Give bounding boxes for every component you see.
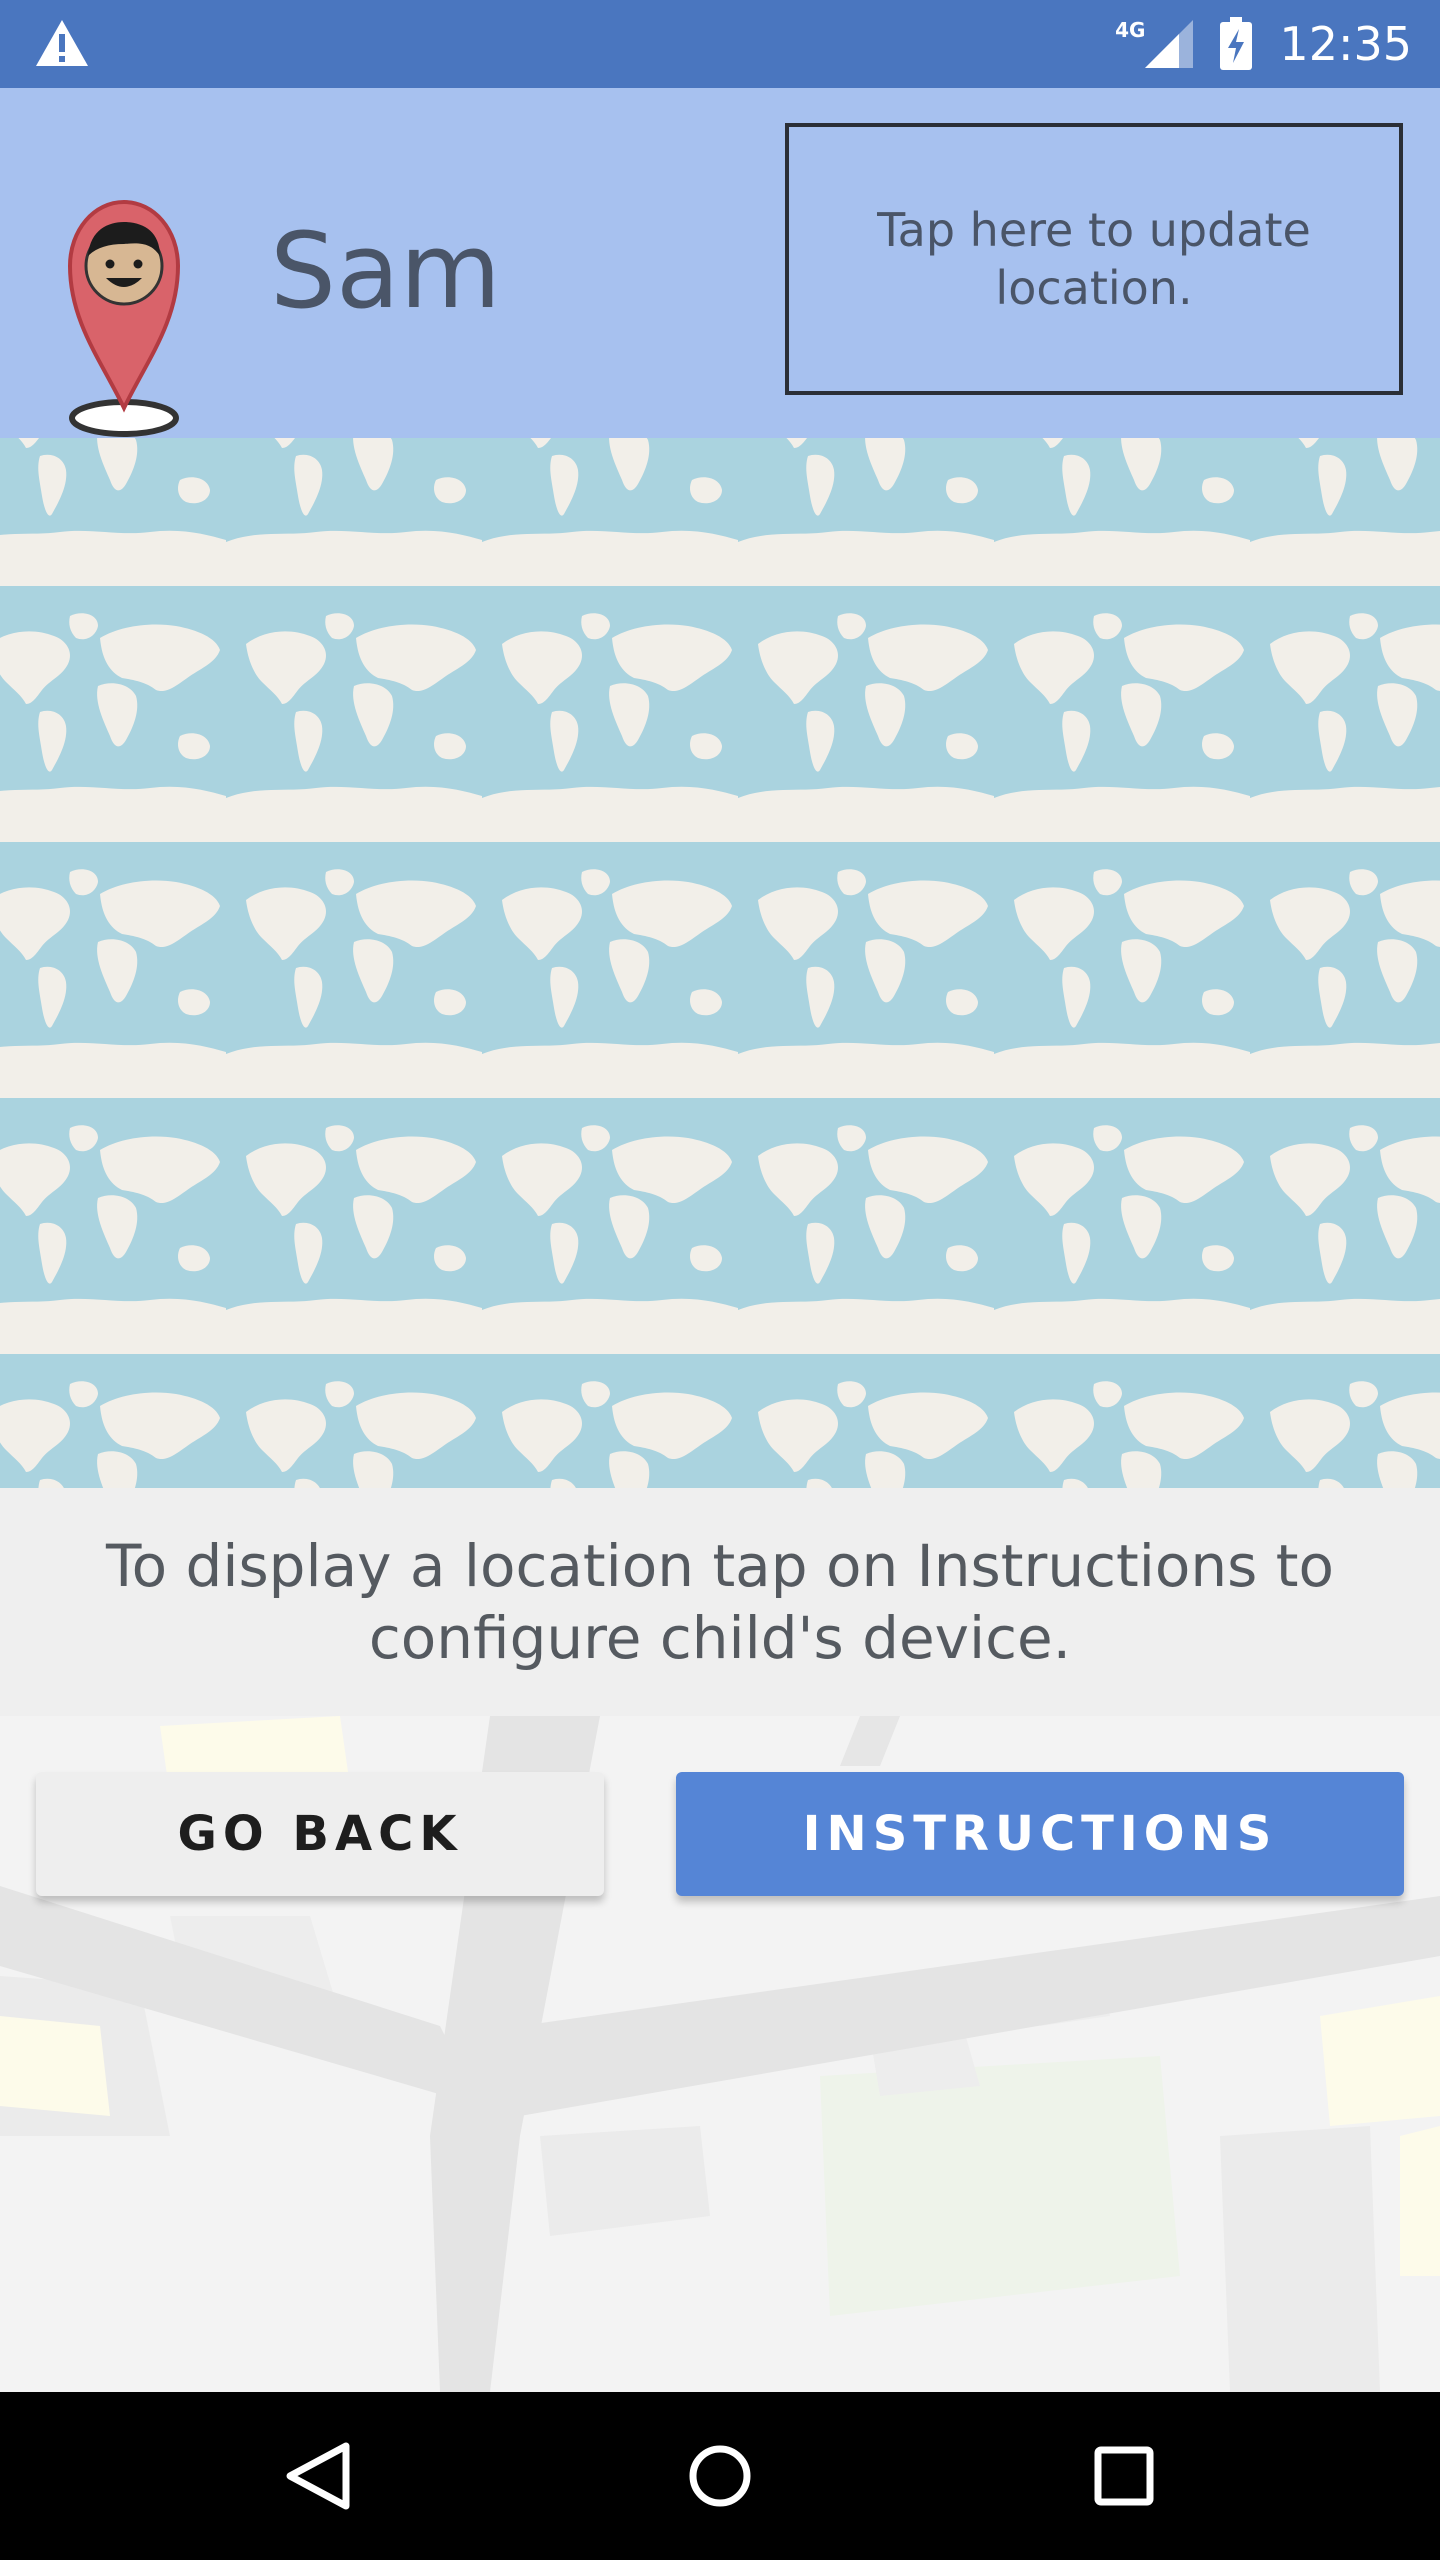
- go-back-button[interactable]: GO BACK: [36, 1772, 604, 1896]
- battery-charging-icon: [1220, 17, 1253, 70]
- child-header: Sam Tap here to update location.: [0, 88, 1440, 438]
- world-map-tiles: [0, 438, 1440, 1488]
- status-bar: 4G 12:35: [0, 0, 1440, 88]
- instructions-button[interactable]: INSTRUCTIONS: [676, 1772, 1404, 1896]
- map-pin-avatar-icon: [67, 199, 181, 437]
- navigation-bar: [0, 2392, 1440, 2560]
- warning-icon: [36, 20, 88, 66]
- instructions-message: To display a location tap on Instruction…: [0, 1488, 1440, 1716]
- world-map[interactable]: [0, 438, 1440, 1488]
- home-circle-icon[interactable]: [670, 2426, 770, 2526]
- instructions-message-text: To display a location tap on Instruction…: [106, 1532, 1334, 1672]
- instructions-label: INSTRUCTIONS: [802, 1806, 1278, 1862]
- status-clock: 12:35: [1279, 17, 1412, 71]
- child-name: Sam: [270, 210, 502, 332]
- go-back-label: GO BACK: [177, 1806, 463, 1862]
- recents-square-icon[interactable]: [1074, 2426, 1174, 2526]
- signal-icon: [1145, 20, 1194, 68]
- update-location-button[interactable]: Tap here to update location.: [785, 123, 1403, 395]
- update-location-label: Tap here to update location.: [877, 203, 1311, 315]
- back-triangle-icon[interactable]: [266, 2426, 366, 2526]
